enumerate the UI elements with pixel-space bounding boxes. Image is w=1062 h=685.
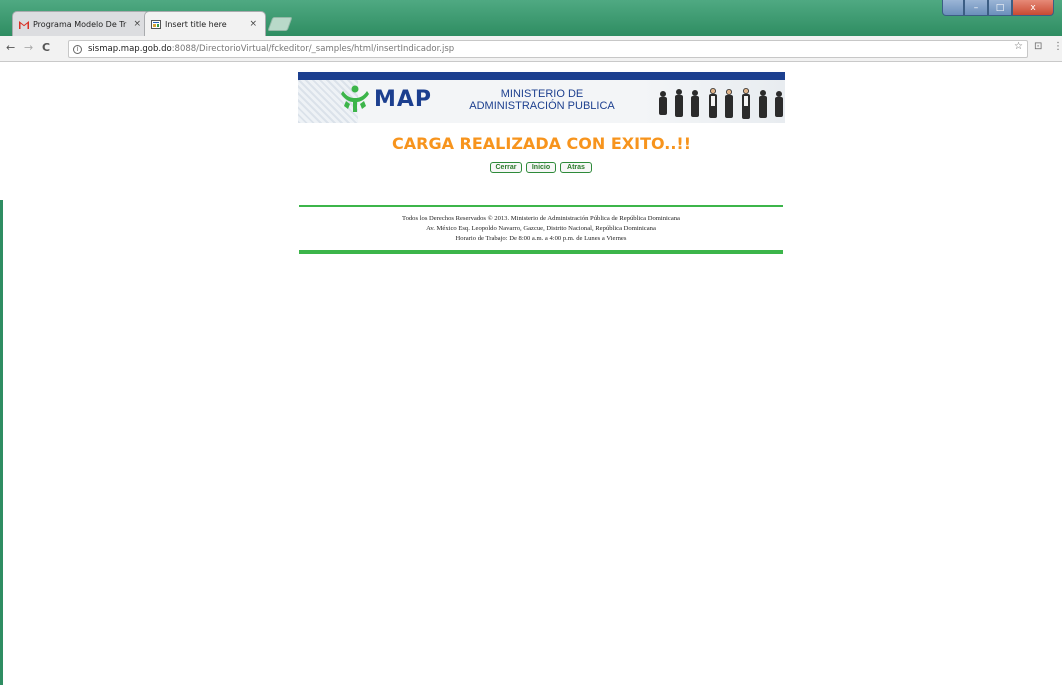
gmail-icon xyxy=(19,20,29,29)
ministerio-title: MINISTERIO DE ADMINISTRACIÓN PUBLICA xyxy=(462,88,622,112)
address-bar[interactable]: i sismap.map.gob.do:8088/DirectorioVirtu… xyxy=(68,40,1028,58)
cerrar-button[interactable]: Cerrar xyxy=(490,162,522,173)
browser-titlebar: Programa Modelo De Tr × Insert title her… xyxy=(0,0,1062,36)
success-message: CARGA REALIZADA CON EXITO..!! xyxy=(392,134,691,153)
footer-address: Av. México Esq. Leopoldo Navarro, Gazcue… xyxy=(426,225,656,232)
footer-hours: Horario de Trabajo: De 8:00 a.m. a 4:00 … xyxy=(455,235,627,242)
left-edge xyxy=(0,62,8,685)
minimize-button[interactable]: – xyxy=(964,0,988,16)
footer-divider-top xyxy=(299,205,783,207)
window-controls: – □ x xyxy=(942,0,1054,17)
ministerio-line-2: ADMINISTRACIÓN PUBLICA xyxy=(469,100,615,112)
footer-copyright: Todos los Derechos Reservados © 2013. Mi… xyxy=(402,215,680,222)
close-tab-icon[interactable]: × xyxy=(249,19,257,29)
url-path: :8088/DirectorioVirtual/fckeditor/_sampl… xyxy=(171,44,455,54)
map-logo-icon xyxy=(341,85,369,112)
reload-button[interactable]: C xyxy=(42,41,50,54)
browser-toolbar: ← → C i sismap.map.gob.do:8088/Directori… xyxy=(0,36,1062,62)
close-tab-icon[interactable]: × xyxy=(133,19,141,29)
menu-icon[interactable]: ⋮ xyxy=(1053,41,1062,52)
forward-button[interactable]: → xyxy=(24,41,33,54)
action-buttons: Cerrar Inicio Atras xyxy=(490,162,592,173)
tab-gmail[interactable]: Programa Modelo De Tr × xyxy=(12,11,150,36)
restore-icon[interactable] xyxy=(942,0,964,16)
new-tab-button[interactable] xyxy=(267,17,293,31)
bookmark-star-icon[interactable]: ☆ xyxy=(1014,41,1023,52)
maximize-button[interactable]: □ xyxy=(988,0,1012,16)
extension-icon[interactable]: ⊡ xyxy=(1034,41,1042,52)
people-image xyxy=(643,80,785,123)
tab-title: Insert title here xyxy=(165,19,227,29)
info-icon[interactable]: i xyxy=(73,44,82,54)
ministerio-line-1: MINISTERIO DE xyxy=(500,88,584,100)
footer: Todos los Derechos Reservados © 2013. Mi… xyxy=(299,214,783,244)
atras-button[interactable]: Atras xyxy=(560,162,592,173)
inicio-button[interactable]: Inicio xyxy=(526,162,556,173)
back-button[interactable]: ← xyxy=(6,41,15,54)
url-host: sismap.map.gob.do xyxy=(88,44,172,54)
tab-title: Programa Modelo De Tr xyxy=(33,19,127,29)
tab-insert-title[interactable]: Insert title here × xyxy=(144,11,266,36)
map-logo: MAP xyxy=(340,84,432,114)
close-window-button[interactable]: x xyxy=(1012,0,1054,16)
footer-divider-bottom xyxy=(299,250,783,254)
map-logo-text: MAP xyxy=(374,86,433,112)
page-icon xyxy=(151,20,161,29)
